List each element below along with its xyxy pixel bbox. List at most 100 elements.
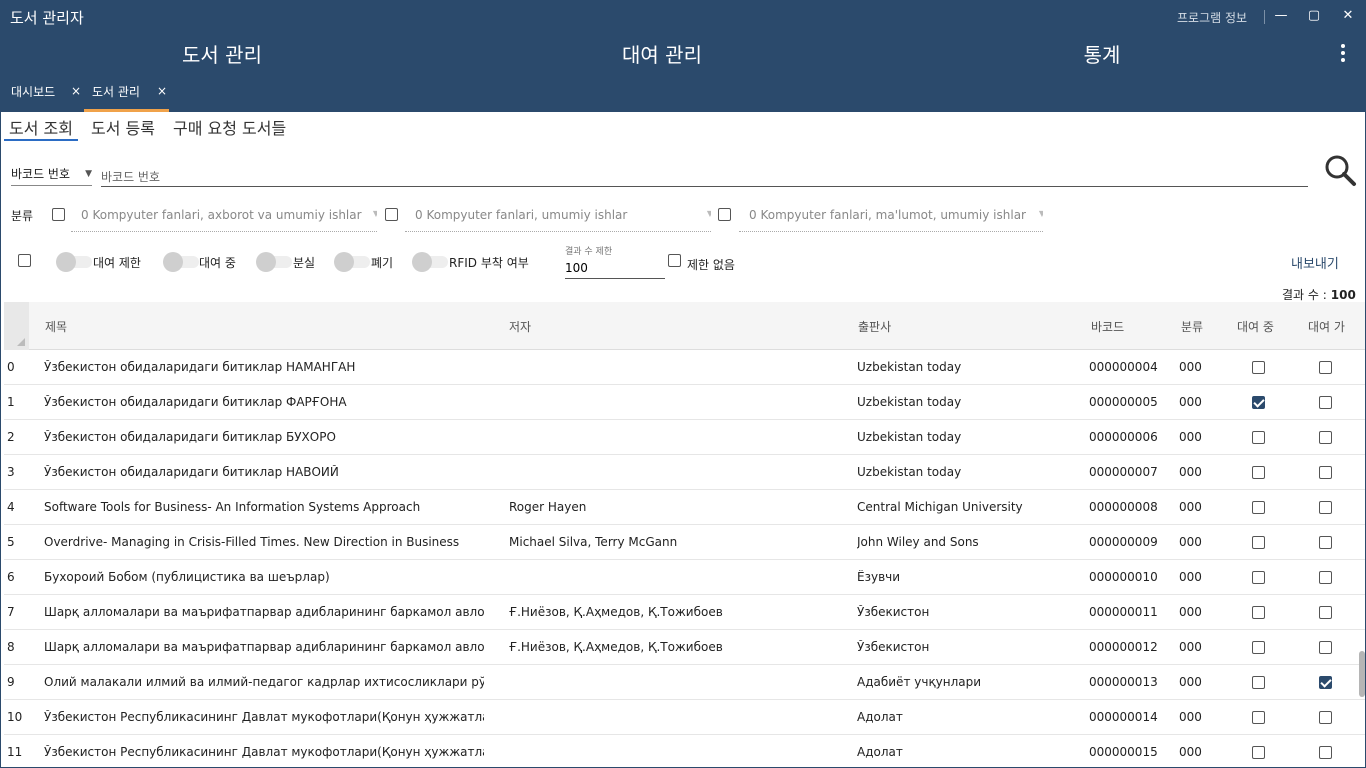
table-scrollbar[interactable]: [1359, 651, 1365, 697]
more-vert-icon[interactable]: [1335, 42, 1351, 66]
discarded-toggle[interactable]: [334, 252, 374, 272]
loan-restricted-checkbox[interactable]: [1319, 466, 1332, 479]
cell-title: Ўзбекистон обидаларидаги битиклар НАВОИЙ: [44, 465, 339, 479]
chevron-down-icon: ▼: [85, 169, 92, 179]
loan-restricted-checkbox[interactable]: [1319, 676, 1332, 689]
on-loan-checkbox[interactable]: [1252, 606, 1265, 619]
loan-restricted-checkbox[interactable]: [1319, 746, 1332, 759]
export-button[interactable]: 내보내기: [1291, 253, 1339, 272]
category-2-checkbox[interactable]: [385, 208, 398, 221]
subtab-book-search[interactable]: 도서 조회: [4, 115, 78, 141]
table-row[interactable]: 10 Ўзбекистон Республикасининг Давлат мук…: [4, 700, 1365, 735]
cell-publisher: Ўзбекистон: [857, 640, 930, 654]
cell-title: Бухороий Бобом (публицистика ва шеърлар): [44, 570, 330, 584]
category-3-select[interactable]: 0 Kompyuter fanlari, ma'lumot, umumiy is…: [739, 204, 1043, 232]
tab-book-management[interactable]: 도서 관리 ×: [84, 76, 169, 112]
table-row[interactable]: 1 Ўзбекистон обидаларидаги битиклар ФАРҒО…: [4, 385, 1365, 420]
on-loan-checkbox[interactable]: [1252, 431, 1265, 444]
lost-toggle[interactable]: [256, 252, 296, 272]
loan-restricted-checkbox[interactable]: [1319, 536, 1332, 549]
column-header-title[interactable]: 제목: [45, 318, 67, 335]
tab-dashboard[interactable]: 대시보드 ×: [11, 76, 83, 112]
nav-rental-management[interactable]: 대여 관리: [622, 39, 702, 68]
minimize-button[interactable]: —: [1270, 5, 1292, 27]
subtab-purchase-requests[interactable]: 구매 요청 도서들: [173, 115, 286, 139]
column-header-loan-restricted[interactable]: 대여 가: [1308, 318, 1348, 335]
close-button[interactable]: ✕: [1337, 5, 1359, 27]
table-row[interactable]: 6 Бухороий Бобом (публицистика ва шеърлар…: [4, 560, 1365, 595]
loan-restricted-checkbox[interactable]: [1319, 606, 1332, 619]
filter-all-checkbox[interactable]: [18, 254, 31, 267]
on-loan-toggle[interactable]: [163, 252, 203, 272]
column-header-publisher[interactable]: 출판사: [858, 318, 891, 335]
table-row[interactable]: 8 Шарқ алломалари ва маърифатпарвар адибл…: [4, 630, 1365, 665]
loan-restricted-checkbox[interactable]: [1319, 571, 1332, 584]
loan-restricted-checkbox[interactable]: [1319, 641, 1332, 654]
tab-close-icon[interactable]: ×: [71, 84, 81, 98]
window-title: 도서 관리자: [10, 9, 84, 27]
maximize-button[interactable]: ▢: [1303, 5, 1325, 27]
cell-barcode: 000000005: [1089, 395, 1158, 409]
column-header-on-loan[interactable]: 대여 중: [1237, 318, 1274, 335]
loan-restricted-checkbox[interactable]: [1319, 501, 1332, 514]
loan-restricted-toggle[interactable]: [56, 252, 96, 272]
cell-author: Ғ.Ниёзов, Қ.Аҳмедов, Қ.Тожибоев: [509, 640, 723, 654]
loan-restricted-checkbox[interactable]: [1319, 396, 1332, 409]
on-loan-checkbox[interactable]: [1252, 746, 1265, 759]
category-1-select[interactable]: 0 Kompyuter fanlari, axborot va umumiy i…: [71, 204, 377, 232]
category-2-select[interactable]: 0 Kompyuter fanlari, umumiy ishlar ▼: [405, 204, 711, 232]
no-limit-checkbox[interactable]: [668, 254, 681, 267]
cell-author: Michael Silva, Terry McGann: [509, 535, 678, 549]
sort-corner-icon[interactable]: [4, 302, 29, 350]
on-loan-checkbox[interactable]: [1252, 676, 1265, 689]
on-loan-checkbox[interactable]: [1252, 711, 1265, 724]
cell-category: 000: [1179, 430, 1202, 444]
table-row[interactable]: 11 Ўзбекистон Республикасининг Давлат мук…: [4, 735, 1365, 767]
cell-publisher: Адолат: [857, 710, 903, 724]
on-loan-checkbox[interactable]: [1252, 396, 1265, 409]
search-icon[interactable]: [1323, 153, 1357, 187]
category-3-checkbox[interactable]: [718, 208, 731, 221]
cell-category: 000: [1179, 570, 1202, 584]
on-loan-checkbox[interactable]: [1252, 466, 1265, 479]
column-header-barcode[interactable]: 바코드: [1091, 318, 1124, 335]
loan-restricted-checkbox[interactable]: [1319, 711, 1332, 724]
category-3-value: 0 Kompyuter fanlari, ma'lumot, umumiy is…: [749, 208, 1026, 222]
cell-barcode: 000000008: [1089, 500, 1158, 514]
table-row[interactable]: 0 Ўзбекистон обидаларидаги битиклар НАМАН…: [4, 350, 1365, 385]
on-loan-checkbox[interactable]: [1252, 536, 1265, 549]
cell-publisher: Адабиёт учқунлари: [857, 675, 982, 689]
on-loan-checkbox[interactable]: [1252, 571, 1265, 584]
column-header-category[interactable]: 분류: [1181, 318, 1203, 335]
tab-close-icon[interactable]: ×: [157, 84, 167, 98]
nav-statistics[interactable]: 통계: [1084, 39, 1121, 68]
cell-barcode: 000000009: [1089, 535, 1158, 549]
table-row[interactable]: 7 Шарқ алломалари ва маърифатпарвар адибл…: [4, 595, 1365, 630]
on-loan-checkbox[interactable]: [1252, 501, 1265, 514]
search-field-select[interactable]: 바코드 번호 ▼: [11, 165, 92, 186]
table-row[interactable]: 9 Олий малакали илмий ва илмий-педагог ка…: [4, 665, 1365, 700]
table-row[interactable]: 5 Overdrive- Managing in Crisis-Filled Ti…: [4, 525, 1365, 560]
column-header-author[interactable]: 저자: [509, 318, 531, 335]
result-count: 결과 수 :100: [1282, 286, 1356, 303]
cell-author: Roger Hayen: [509, 500, 587, 514]
table-row[interactable]: 2 Ўзбекистон обидаларидаги битиклар БУХОР…: [4, 420, 1365, 455]
program-info-link[interactable]: 프로그램 정보: [1177, 9, 1247, 26]
loan-restricted-checkbox[interactable]: [1319, 361, 1332, 374]
app-window: 도서 관리자 프로그램 정보 — ▢ ✕ 도서 관리 대여 관리 통계 대시보드…: [0, 0, 1366, 768]
table-row[interactable]: 3 Ўзбекистон обидаларидаги битиклар НАВОИ…: [4, 455, 1365, 490]
result-limit-input[interactable]: [565, 258, 665, 279]
cell-publisher: Uzbekistan today: [857, 395, 962, 409]
cell-title: Олий малакали илмий ва илмий-педагог кад…: [44, 675, 484, 689]
loan-restricted-checkbox[interactable]: [1319, 431, 1332, 444]
on-loan-checkbox[interactable]: [1252, 641, 1265, 654]
rfid-toggle[interactable]: [412, 252, 452, 272]
on-loan-checkbox[interactable]: [1252, 361, 1265, 374]
cell-category: 000: [1179, 675, 1202, 689]
category-1-checkbox[interactable]: [52, 208, 65, 221]
search-input[interactable]: [101, 161, 1308, 187]
chevron-down-icon: ▼: [1039, 209, 1043, 218]
nav-book-management[interactable]: 도서 관리: [182, 39, 262, 68]
table-row[interactable]: 4 Software Tools for Business- An Informa…: [4, 490, 1365, 525]
subtab-book-register[interactable]: 도서 등록: [91, 115, 155, 139]
